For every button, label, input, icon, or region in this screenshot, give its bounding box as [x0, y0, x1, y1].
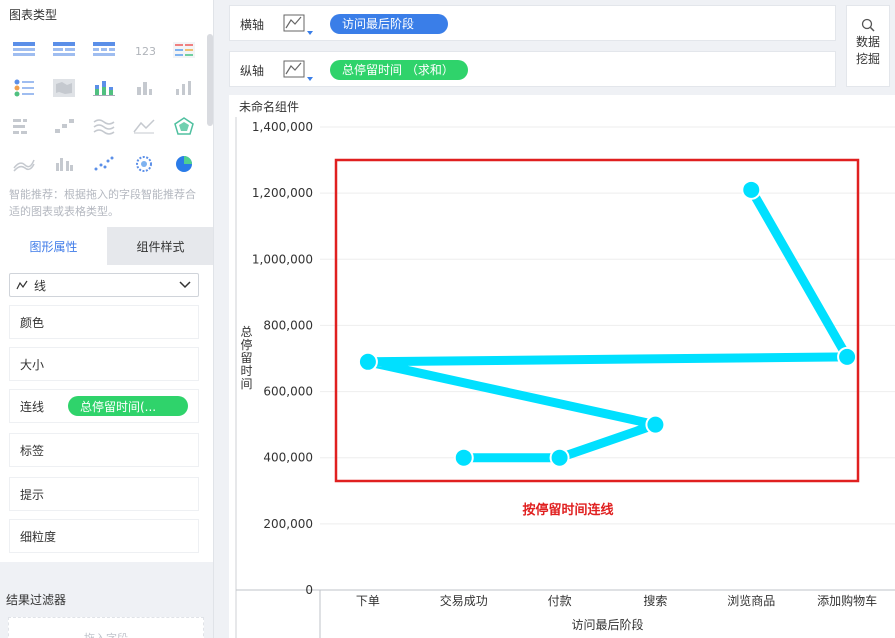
horizontal-bar-icon[interactable]: [12, 117, 36, 135]
grouped-column-icon[interactable]: [52, 155, 76, 173]
series-line: [363, 185, 852, 463]
line-shape-icon: [16, 280, 28, 290]
multi-line-icon[interactable]: [92, 117, 116, 135]
x-tick-label: 付款: [548, 594, 572, 608]
prop-label: 颜色: [20, 315, 45, 330]
mining-icon: [861, 18, 875, 32]
prop-granularity[interactable]: 细粒度: [9, 519, 199, 553]
line-chart-icon[interactable]: [283, 59, 317, 87]
line-chart: 0 200,000 400,000 600,000 800,000 1,000,000 1,…: [235, 117, 895, 638]
x-tick-label: 搜索: [643, 593, 667, 608]
prop-color[interactable]: 颜色: [9, 305, 199, 339]
filter-drop-zone[interactable]: 拖入字段: [8, 617, 204, 638]
data-point[interactable]: [837, 346, 858, 367]
tab-component-style[interactable]: 组件样式: [107, 227, 213, 265]
annotation-box: [334, 158, 860, 483]
shape-type-select[interactable]: 线: [9, 273, 199, 297]
grouped-table-icon[interactable]: [52, 41, 76, 59]
dot-list-icon[interactable]: [12, 79, 36, 97]
cross-table-icon[interactable]: [92, 41, 116, 59]
chart-type-title: 图表类型: [9, 8, 58, 22]
prop-label: 大小: [20, 357, 45, 372]
y-axis-field-pill[interactable]: 总停留时间 （求和）: [330, 59, 468, 80]
smart-recommend-hint: 智能推荐：根据拖入的字段智能推荐合适的图表或表格类型。: [9, 188, 196, 218]
prop-label-setting[interactable]: 标签: [9, 433, 199, 467]
data-point[interactable]: [549, 447, 570, 468]
tab-shape-properties[interactable]: 图形属性: [0, 227, 107, 265]
left-panel: 图表类型 123 智能推荐：根据拖入的字段智能推荐合适的图表或表格类型。 图形属…: [0, 0, 214, 638]
data-point[interactable]: [645, 414, 666, 435]
bubble-chart-icon[interactable]: [132, 155, 156, 173]
svg-text:123: 123: [135, 45, 155, 58]
column-chart-icon[interactable]: [172, 79, 196, 97]
prop-size[interactable]: 大小: [9, 347, 199, 381]
x-axis-bar: 横轴 访问最后阶段: [229, 5, 836, 41]
data-point[interactable]: [453, 447, 474, 468]
y-tick-label: 1,400,000: [252, 120, 313, 134]
map-icon[interactable]: [52, 79, 76, 97]
shape-type-value: 线: [34, 278, 47, 293]
kpi-table-icon[interactable]: [172, 41, 196, 59]
pie-chart-icon[interactable]: [172, 155, 196, 173]
y-axis-title: 总停留时间: [239, 325, 253, 390]
line-area-icon[interactable]: [12, 155, 36, 173]
radar-chart-icon[interactable]: [172, 117, 196, 135]
y-tick-label: 800,000: [263, 318, 313, 332]
x-tick-label: 添加购物车: [817, 593, 877, 608]
x-axis-label: 横轴: [240, 18, 265, 32]
prop-label: 连线: [20, 399, 45, 414]
data-point[interactable]: [741, 179, 762, 200]
x-axis-title: 访问最后阶段: [571, 617, 643, 632]
y-tick-label: 400,000: [263, 451, 313, 465]
property-tabs: 图形属性 组件样式: [0, 227, 213, 265]
chart-type-scrollbar[interactable]: [207, 34, 213, 126]
x-axis-field-pill[interactable]: 访问最后阶段: [330, 13, 448, 34]
data-mining-button[interactable]: 数据 挖掘: [846, 5, 890, 87]
number-card-icon[interactable]: 123: [132, 41, 156, 59]
prop-label: 细粒度: [20, 529, 57, 544]
prop-connect-line[interactable]: 连线 总停留时间(...: [9, 389, 199, 423]
y-axis-bar: 纵轴 总停留时间 （求和）: [229, 51, 836, 87]
annotation-text: 按停留时间连线: [522, 502, 613, 518]
y-tick-label: 1,000,000: [252, 252, 313, 266]
x-tick-label: 浏览商品: [727, 593, 775, 608]
table-icon[interactable]: [12, 41, 36, 59]
connect-line-field-pill[interactable]: 总停留时间(...: [68, 396, 188, 416]
x-tick-label: 下单: [356, 594, 380, 608]
step-chart-icon[interactable]: [52, 117, 76, 135]
chevron-down-icon: [179, 281, 191, 289]
y-axis-label: 纵轴: [240, 64, 265, 78]
prop-label: 提示: [20, 487, 45, 502]
x-tick-label: 交易成功: [440, 593, 488, 608]
scatter-chart-icon[interactable]: [92, 155, 116, 173]
y-tick-label: 0: [305, 583, 313, 597]
y-tick-label: 200,000: [263, 517, 313, 531]
line-chart-icon[interactable]: [283, 13, 317, 41]
area-chart-icon[interactable]: [132, 117, 156, 135]
mining-label-line1: 数据: [855, 35, 880, 49]
stacked-bar-icon[interactable]: [92, 79, 116, 97]
mining-label-line2: 挖掘: [855, 52, 880, 66]
bar-chart-icon[interactable]: [132, 79, 156, 97]
result-filter-title: 结果过滤器: [6, 593, 67, 607]
prop-label: 标签: [20, 443, 45, 458]
y-tick-label: 600,000: [263, 385, 313, 399]
y-tick-label: 1,200,000: [252, 186, 313, 200]
data-point[interactable]: [357, 351, 378, 372]
prop-tooltip[interactable]: 提示: [9, 477, 199, 511]
